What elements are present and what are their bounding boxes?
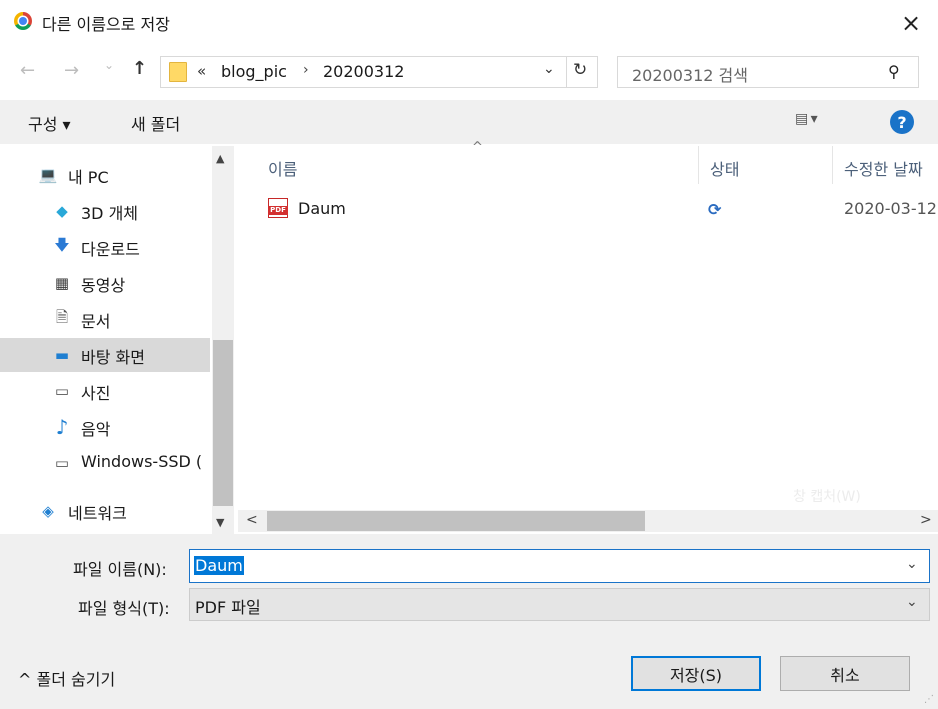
close-button[interactable]: ×	[890, 6, 932, 40]
recent-locations-icon[interactable]: ⌄	[104, 58, 114, 72]
filename-value[interactable]: Daum	[194, 556, 244, 575]
file-name-daum[interactable]: Daum	[298, 199, 346, 218]
column-divider[interactable]	[832, 146, 833, 184]
close-icon: ×	[900, 9, 922, 37]
breadcrumb-blog-pic[interactable]: blog_pic	[221, 62, 287, 81]
nav-item-videos[interactable]: ▦ 동영상	[0, 266, 210, 300]
column-header-status[interactable]: 상태	[710, 156, 739, 180]
nav-item-label: 동영상	[81, 276, 126, 295]
chevron-down-icon[interactable]: ⌄	[906, 556, 918, 572]
nav-item-windows-ssd[interactable]: ▭ Windows-SSD (	[0, 446, 210, 480]
nav-item-pictures[interactable]: ▭ 사진	[0, 374, 210, 408]
search-placeholder: 20200312 검색	[632, 66, 748, 85]
desktop-icon: ▬	[54, 346, 70, 364]
chrome-icon	[14, 12, 32, 30]
nav-item-desktop[interactable]: ▬ 바탕 화면	[0, 338, 210, 372]
nav-item-label: 다운로드	[81, 240, 140, 259]
forward-arrow-icon[interactable]: →	[64, 60, 79, 81]
folder-icon	[169, 62, 187, 82]
breadcrumb-20200312[interactable]: 20200312	[323, 62, 404, 81]
picture-icon: ▭	[54, 382, 70, 400]
music-note-icon: ♪	[55, 415, 69, 439]
resize-grip-icon[interactable]: ⋰	[924, 694, 934, 705]
filetype-label: 파일 형식(T):	[78, 599, 170, 618]
nav-item-label: 바탕 화면	[81, 348, 145, 367]
new-folder-button[interactable]: 새 폴더	[131, 111, 180, 135]
up-arrow-icon[interactable]: ↑	[132, 58, 147, 79]
scroll-down-icon[interactable]: ▼	[216, 516, 224, 529]
address-dropdown-icon[interactable]: ⌄	[543, 61, 555, 77]
organize-button[interactable]: 구성 ▾	[28, 111, 71, 135]
cancel-button[interactable]: 취소	[780, 656, 910, 691]
hide-folders-button[interactable]: ^ 폴더 숨기기	[18, 666, 115, 690]
save-button[interactable]: 저장(S)	[631, 656, 761, 691]
file-date-modified: 2020-03-12	[844, 199, 937, 218]
pdf-badge: PDF	[268, 206, 288, 215]
address-bar[interactable]: « blog_pic › 20200312 ⌄ ↻	[160, 56, 598, 88]
nav-item-label: 네트워크	[68, 504, 127, 523]
download-arrow-icon: 🡇	[54, 235, 70, 254]
column-header-name[interactable]: 이름	[268, 156, 297, 180]
toolbar: 구성 ▾ 새 폴더 ▤ ▾ ?	[0, 100, 938, 144]
breadcrumb-separator-icon[interactable]: ›	[303, 62, 309, 78]
chevron-down-icon[interactable]: ⌄	[906, 594, 918, 610]
film-icon: ▦	[54, 274, 70, 292]
pdf-file-icon: PDF	[268, 198, 288, 218]
nav-item-downloads[interactable]: 🡇 다운로드	[0, 230, 210, 264]
filename-label: 파일 이름(N):	[73, 560, 167, 579]
help-icon[interactable]: ?	[890, 110, 914, 134]
search-box[interactable]: 20200312 검색 ⚲	[617, 56, 919, 88]
sync-status-icon: ⟳	[708, 200, 722, 219]
watermark-text: 창 캡처(W)	[793, 489, 861, 505]
horizontal-scroll-thumb[interactable]	[267, 511, 645, 531]
back-arrow-icon[interactable]: ←	[20, 60, 35, 81]
nav-item-label: 내 PC	[68, 168, 109, 187]
sort-ascending-icon: ^	[472, 140, 483, 155]
address-divider	[566, 57, 567, 87]
nav-item-label: 사진	[81, 384, 111, 403]
nav-item-label: 음악	[81, 420, 111, 439]
cube-icon: ◆	[56, 202, 68, 220]
window-title: 다른 이름으로 저장	[42, 15, 170, 34]
column-header-date-modified[interactable]: 수정한 날짜	[844, 156, 938, 180]
drive-icon: ▭	[54, 454, 70, 472]
column-divider[interactable]	[698, 146, 699, 184]
view-options-icon[interactable]: ▤ ▾	[795, 111, 818, 127]
network-icon: ◈	[42, 502, 54, 520]
nav-item-label: 3D 개체	[81, 204, 139, 223]
nav-scroll-thumb[interactable]	[213, 340, 233, 506]
refresh-icon[interactable]: ↻	[573, 60, 587, 80]
filetype-select[interactable]: PDF 파일 ⌄	[189, 588, 930, 621]
nav-item-label: 문서	[81, 312, 111, 331]
breadcrumb-overflow[interactable]: «	[197, 62, 206, 80]
nav-item-network[interactable]: ◈ 네트워크	[0, 494, 210, 528]
computer-icon: 💻	[38, 166, 58, 184]
nav-item-3d-objects[interactable]: ◆ 3D 개체	[0, 194, 210, 228]
navigation-pane: 💻 내 PC ◆ 3D 개체 🡇 다운로드 ▦ 동영상 🗎 문서 ▬ 바탕 화면…	[0, 146, 234, 534]
nav-item-documents[interactable]: 🗎 문서	[0, 302, 210, 336]
scroll-right-icon[interactable]: >	[920, 512, 932, 528]
nav-item-music[interactable]: ♪ 음악	[0, 410, 210, 444]
scroll-left-icon[interactable]: <	[246, 512, 258, 528]
nav-item-this-pc[interactable]: 💻 내 PC	[0, 158, 210, 192]
search-icon[interactable]: ⚲	[888, 62, 900, 81]
document-icon: 🗎	[55, 307, 69, 326]
filename-input[interactable]: Daum ⌄	[189, 549, 930, 583]
scroll-up-icon[interactable]: ▲	[216, 152, 224, 165]
filetype-value: PDF 파일	[195, 598, 261, 617]
nav-item-label: Windows-SSD (	[81, 452, 203, 471]
